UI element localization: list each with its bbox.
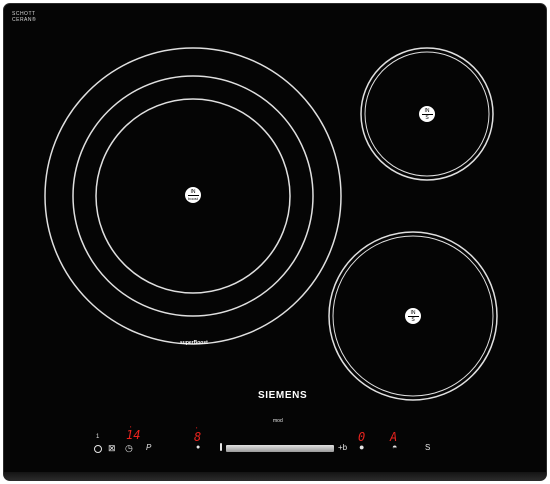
slider-min-mark [220,443,222,451]
large-zone-display-marker: ▪ [196,425,198,430]
timer-clock-icon[interactable]: ◷ [125,444,133,453]
timer-display-marker: ▪ [130,424,132,429]
slider-boost-label: +b [338,443,348,452]
rear-right-zone-induction-badge: IN S [419,106,435,122]
front-right-zone-induction-badge: IN S [405,308,421,324]
large-zone-induction-badge: IN boost [185,187,201,203]
rear-right-zone-select-icon[interactable]: ◓ [392,443,397,452]
child-lock-icon[interactable]: ⊠ [108,444,116,453]
rear-right-badge-bottom: S [425,115,429,121]
power-slider[interactable] [226,445,334,452]
cooking-zones [44,47,498,401]
power-indicator: 1 [96,434,100,440]
siemens-logo: SIEMENS [258,390,308,401]
front-right-badge-bottom: S [411,317,415,323]
power-button-icon[interactable] [94,445,102,453]
large-zone-power-display: 8 [194,430,202,444]
front-right-zone-select-icon[interactable]: ● [359,443,364,452]
timer-display: 14 [126,428,141,442]
large-zone-badge-bottom: boost [188,196,198,201]
superboost-label: superBoost [180,340,208,346]
s-button[interactable]: S [425,444,430,452]
mode-indicator: mod [273,418,283,424]
large-zone-select-icon[interactable]: ● [196,444,200,452]
p-button[interactable]: P [146,444,151,452]
